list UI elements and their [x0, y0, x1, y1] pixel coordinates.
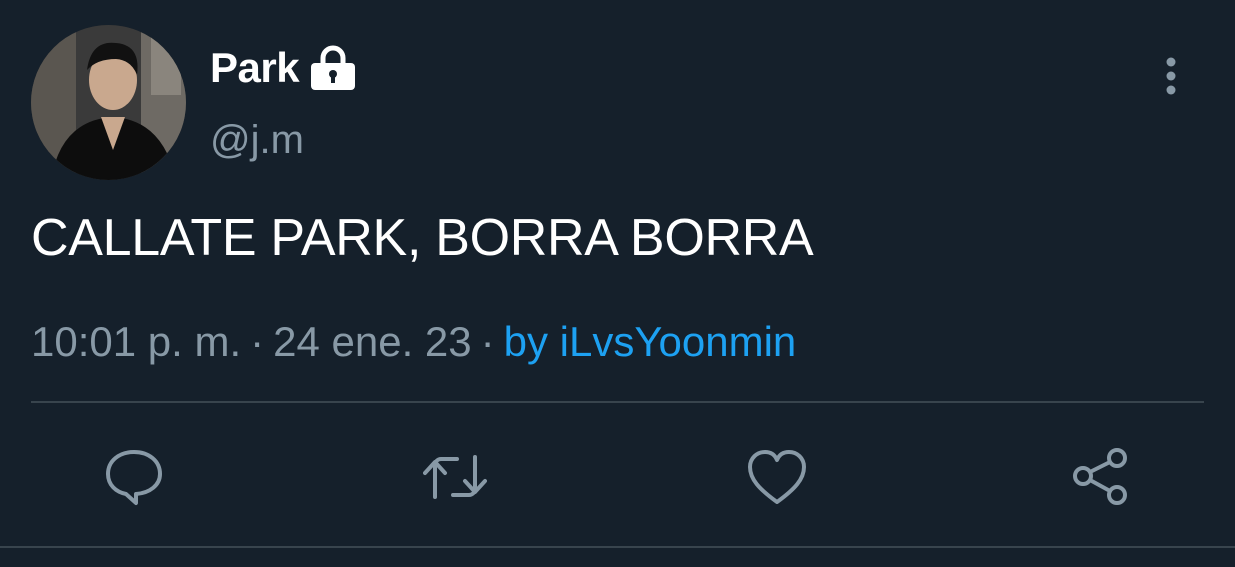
avatar-photo: [31, 25, 186, 180]
tweet-source-link[interactable]: by iLvsYoonmin: [504, 318, 797, 366]
author-handle[interactable]: @j.m: [210, 118, 304, 163]
retweet-icon: [423, 455, 487, 499]
comment-icon: [106, 450, 162, 505]
tweet-text: CALLATE PARK, BORRA BORRA: [31, 209, 814, 267]
tweet-date: 24 ene. 23: [273, 318, 472, 365]
display-name[interactable]: Park: [210, 44, 300, 92]
heart-icon: [748, 450, 806, 504]
tweet-detail: Park @j.m CALLATE PARK, BORRA BORRA 10:0…: [0, 0, 1235, 567]
retweet-button[interactable]: [423, 445, 487, 509]
meta-separator: ·: [480, 318, 495, 365]
lock-icon: [309, 45, 357, 91]
share-button[interactable]: [1068, 445, 1132, 509]
more-options-icon[interactable]: [1152, 52, 1190, 102]
avatar[interactable]: [31, 25, 186, 180]
like-button[interactable]: [745, 445, 809, 509]
meta-separator: ·: [250, 318, 265, 365]
tweet-meta: 10:01 p. m. · 24 ene. 23 · by iLvsYoonmi…: [31, 318, 796, 366]
reply-button[interactable]: [102, 445, 166, 509]
tweet-time: 10:01 p. m.: [31, 318, 242, 365]
author-name-row: Park: [210, 42, 357, 94]
divider: [31, 401, 1204, 403]
share-icon: [1073, 448, 1127, 505]
bottom-divider: [0, 546, 1235, 548]
